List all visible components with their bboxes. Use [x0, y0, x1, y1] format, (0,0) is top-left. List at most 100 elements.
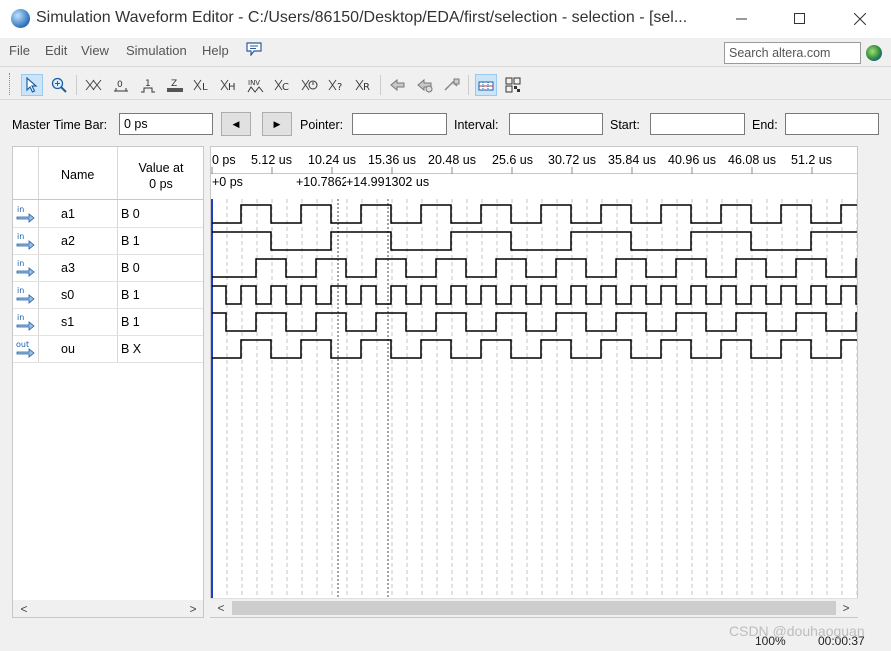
selection-tool-button[interactable]: [21, 74, 43, 96]
waveform-vertical-scrollbar[interactable]: [858, 146, 876, 598]
svg-text:Z: Z: [171, 79, 177, 89]
random-values-button[interactable]: R: [353, 74, 375, 96]
close-button[interactable]: [837, 0, 883, 38]
signal-row-ou[interactable]: out ou B X: [13, 336, 203, 363]
speech-bubble-icon[interactable]: [246, 42, 262, 56]
snap-grid-icon: [478, 81, 494, 91]
output-pin-icon: out: [16, 340, 35, 358]
force-low-button[interactable]: 0: [110, 74, 132, 96]
signal-name: s0: [61, 288, 75, 302]
pointer-label: Pointer:: [300, 118, 344, 132]
svg-text:0: 0: [117, 80, 123, 90]
trace-ou: [212, 339, 857, 359]
toolbar-grip[interactable]: [9, 73, 12, 95]
svg-text:?: ?: [337, 82, 342, 93]
previous-transition-button[interactable]: ◀: [221, 112, 251, 136]
signal-value: B 1: [121, 288, 140, 302]
time-bar-controls: Master Time Bar: ◀ ▶ Pointer: Interval: …: [0, 108, 891, 142]
signal-row-a2[interactable]: in a2 B 1: [13, 228, 203, 255]
master-time-bar-label: Master Time Bar:: [12, 118, 108, 132]
signal-value: B 0: [121, 261, 140, 275]
force-unknown-icon: [85, 79, 102, 91]
signal-value: B X: [121, 342, 142, 356]
generate-netlist-button[interactable]: [441, 74, 463, 96]
value-column-header[interactable]: Value at 0 ps: [123, 160, 199, 192]
force-weak-low-button[interactable]: L: [191, 74, 213, 96]
signal-row-a3[interactable]: in a3 B 0: [13, 255, 203, 282]
toolbar-separator: [468, 75, 469, 95]
input-pin-icon: in: [16, 286, 35, 304]
signal-row-s1[interactable]: in s1 B 1: [13, 309, 203, 336]
forcing-clock-button[interactable]: [299, 74, 321, 96]
menu-file[interactable]: File: [9, 43, 30, 58]
trace-s0: [212, 285, 857, 305]
arbitrary-value-button[interactable]: ?: [326, 74, 348, 96]
pointer-input[interactable]: [352, 113, 447, 135]
menu-view[interactable]: View: [81, 43, 109, 58]
interval-label: Interval:: [454, 118, 499, 132]
end-input[interactable]: [785, 113, 879, 135]
signal-name: a1: [61, 207, 75, 221]
force-low-icon: 0: [114, 80, 128, 92]
signal-row-s0[interactable]: in s0 B 1: [13, 282, 203, 309]
trace-a1: [212, 204, 857, 224]
menu-simulation[interactable]: Simulation: [126, 43, 187, 58]
menu-edit[interactable]: Edit: [45, 43, 67, 58]
svg-text:L: L: [202, 82, 208, 93]
scroll-right-arrow-icon[interactable]: >: [838, 600, 854, 616]
magnifier-icon: [51, 77, 67, 93]
netlist-icon: [444, 78, 460, 91]
cursor-label: +14.991302 us: [346, 175, 430, 189]
signal-value: B 0: [121, 207, 140, 221]
waveform-panel[interactable]: 0 ps 5.12 us 10.24 us 15.36 us 20.48 us …: [210, 146, 858, 618]
next-transition-button[interactable]: ▶: [262, 112, 292, 136]
svg-text:in: in: [17, 286, 24, 295]
svg-text:C: C: [282, 82, 289, 93]
clock-icon: [301, 79, 318, 91]
start-label: Start:: [610, 118, 640, 132]
name-column-header[interactable]: Name: [61, 168, 94, 182]
minimize-button[interactable]: [719, 0, 765, 38]
pointer-arrow-icon: [26, 77, 38, 93]
cursor-label: +10.7862: [296, 175, 349, 189]
run-timing-simulation-button[interactable]: [414, 74, 436, 96]
app-icon: [11, 9, 30, 28]
maximize-button[interactable]: [777, 0, 823, 38]
value-header-line1: Value at: [138, 161, 184, 175]
force-high-button[interactable]: 1: [137, 74, 159, 96]
scroll-left-arrow-icon[interactable]: <: [213, 600, 229, 616]
zoom-tool-button[interactable]: [48, 74, 70, 96]
master-time-bar-input[interactable]: [119, 113, 213, 135]
trace-a3: [212, 258, 857, 278]
invert-icon: INV: [247, 79, 264, 93]
signal-value: B 1: [121, 234, 140, 248]
timing-simulation-icon: [417, 78, 433, 93]
snap-to-grid-button[interactable]: [475, 74, 497, 96]
force-weak-high-button[interactable]: H: [218, 74, 240, 96]
start-input[interactable]: [650, 113, 745, 135]
force-unknown-button[interactable]: [83, 74, 105, 96]
run-functional-simulation-button[interactable]: [387, 74, 409, 96]
scroll-right-arrow-icon[interactable]: >: [185, 601, 201, 617]
count-value-button[interactable]: C: [272, 74, 294, 96]
input-pin-icon: in: [16, 232, 35, 250]
signal-name-panel: Name Value at 0 ps in a1 B 0 in a2 B 1 i…: [12, 146, 204, 618]
value-header-line2: 0 ps: [149, 177, 173, 191]
scrollbar-thumb[interactable]: [232, 601, 836, 615]
grid-settings-button[interactable]: [502, 74, 524, 96]
waveform-horizontal-scrollbar[interactable]: < >: [210, 598, 858, 617]
force-high-impedance-button[interactable]: Z: [164, 74, 186, 96]
globe-icon[interactable]: [866, 45, 882, 61]
scroll-left-arrow-icon[interactable]: <: [16, 601, 32, 617]
search-input[interactable]: [724, 42, 861, 64]
weak-low-icon: L: [193, 79, 208, 93]
menu-help[interactable]: Help: [202, 43, 229, 58]
interval-input[interactable]: [509, 113, 603, 135]
name-panel-scrollbar[interactable]: < >: [13, 600, 203, 617]
watermark: CSDN @douhaoguan: [729, 623, 865, 639]
waveform-canvas[interactable]: [211, 147, 858, 599]
title-bar: Simulation Waveform Editor - C:/Users/86…: [0, 0, 891, 38]
input-pin-icon: in: [16, 205, 35, 223]
invert-button[interactable]: INV: [245, 74, 267, 96]
signal-row-a1[interactable]: in a1 B 0: [13, 201, 203, 228]
